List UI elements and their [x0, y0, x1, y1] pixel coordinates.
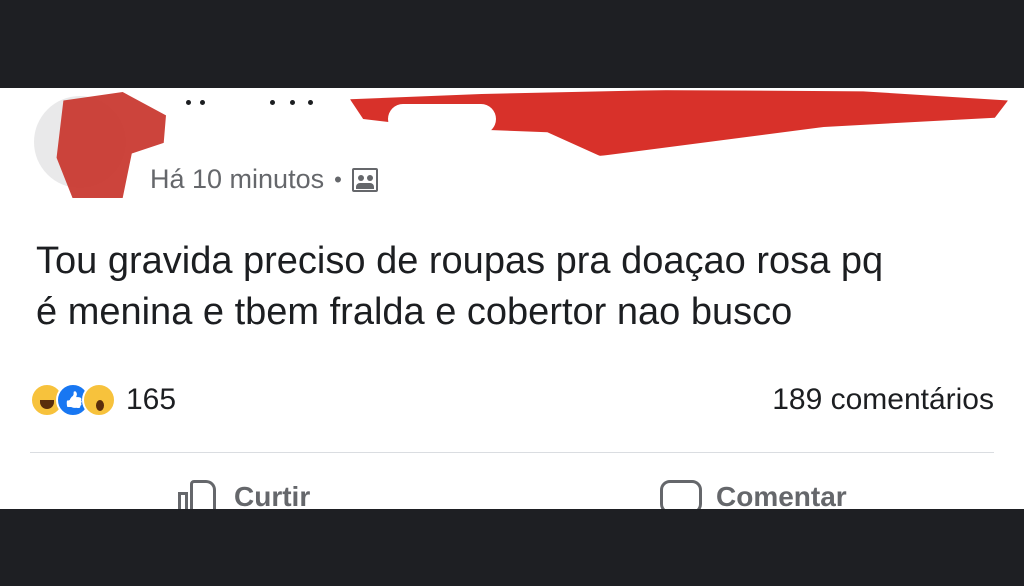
post-text-line-1: Tou gravida preciso de roupas pra doaçao…: [36, 240, 884, 282]
reaction-summary[interactable]: 165: [30, 380, 176, 420]
comment-bubble-icon: [660, 480, 702, 509]
thumbs-up-icon: [178, 480, 220, 509]
comment-button[interactable]: Comentar: [660, 480, 847, 509]
post-meta: Há 10 minutos •: [150, 164, 378, 195]
bottom-dark-band: [0, 509, 1024, 586]
redaction-highlight: [388, 104, 496, 134]
facebook-post: Há 10 minutos • Tou gravida preciso de r…: [0, 88, 1024, 509]
comment-count-link[interactable]: 189 comentários: [772, 380, 994, 420]
meta-separator: •: [334, 166, 342, 192]
reaction-count: 165: [126, 383, 177, 416]
post-body: Tou gravida preciso de roupas pra doaçao…: [36, 236, 996, 338]
group-audience-icon[interactable]: [351, 167, 378, 192]
post-timestamp[interactable]: Há 10 minutos: [150, 164, 324, 195]
wow-reaction-icon: [82, 383, 116, 417]
like-button[interactable]: Curtir: [178, 480, 310, 509]
post-text-line-2: é menina e tbem fralda e cobertor nao bu…: [36, 291, 793, 333]
comment-button-label: Comentar: [716, 481, 847, 509]
like-button-label: Curtir: [234, 481, 311, 509]
avatar-redaction: [56, 92, 166, 198]
action-divider: [30, 452, 994, 453]
top-dark-band: [0, 0, 1024, 88]
